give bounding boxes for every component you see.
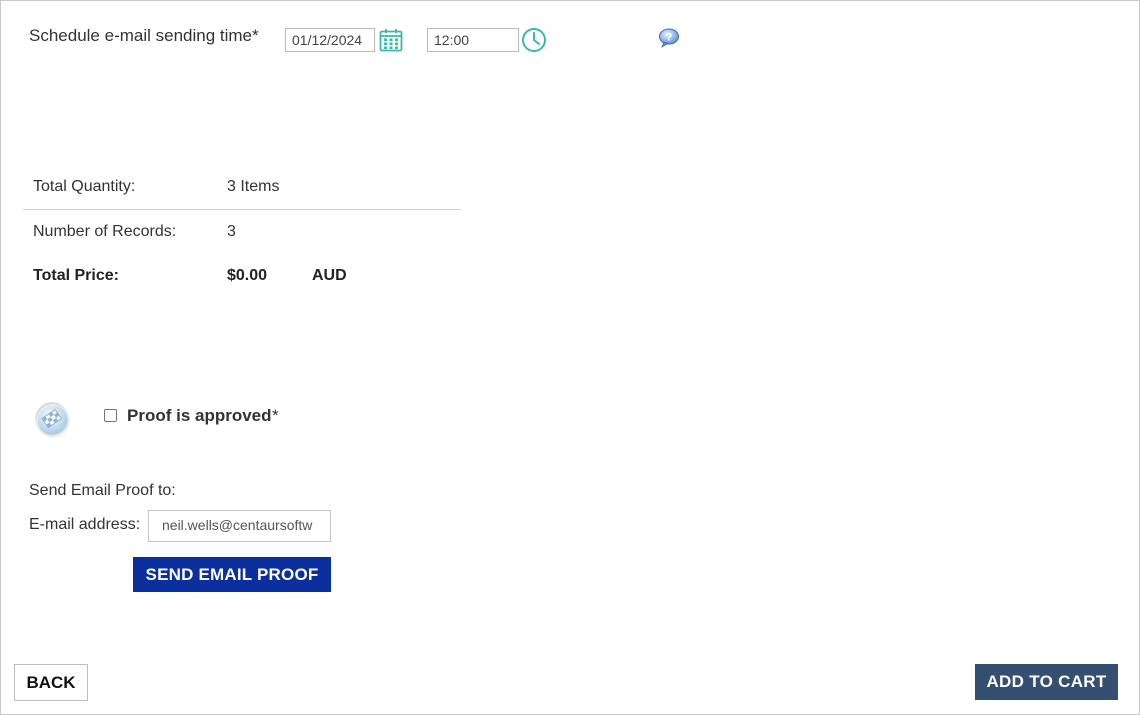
total-quantity-value: 3 Items <box>227 178 280 195</box>
svg-text:?: ? <box>666 32 673 44</box>
email-address-label: E-mail address: <box>29 516 141 533</box>
total-price-label: Total Price: <box>33 267 119 284</box>
send-proof-heading: Send Email Proof to: <box>29 482 176 499</box>
send-email-proof-button[interactable]: SEND EMAIL PROOF <box>133 557 331 592</box>
page-frame: Schedule e-mail sending time* 01/12/2024… <box>0 0 1140 715</box>
email-address-input[interactable]: neil.wells@centaursoftw <box>148 510 331 542</box>
total-quantity-label: Total Quantity: <box>33 178 136 195</box>
records-value: 3 <box>227 223 236 240</box>
add-to-cart-button[interactable]: ADD TO CART <box>975 664 1118 700</box>
back-button[interactable]: BACK <box>14 664 88 701</box>
proof-approved-checkbox[interactable] <box>104 409 117 422</box>
clock-icon[interactable] <box>521 27 547 58</box>
proof-approved-label[interactable]: Proof is approved <box>127 406 272 426</box>
help-bubble-icon[interactable]: ? <box>658 28 680 53</box>
currency-label: AUD <box>312 267 347 284</box>
totals-divider <box>23 209 461 210</box>
schedule-label: Schedule e-mail sending time* <box>29 26 259 45</box>
total-price-value: $0.00 <box>227 267 268 284</box>
schedule-time-input[interactable]: 12:00 <box>427 28 519 52</box>
required-asterisk: * <box>272 406 279 425</box>
schedule-date-input[interactable]: 01/12/2024 <box>285 28 375 52</box>
proof-badge-icon <box>34 401 72 444</box>
calendar-icon[interactable] <box>379 28 403 57</box>
records-label: Number of Records: <box>33 223 177 240</box>
